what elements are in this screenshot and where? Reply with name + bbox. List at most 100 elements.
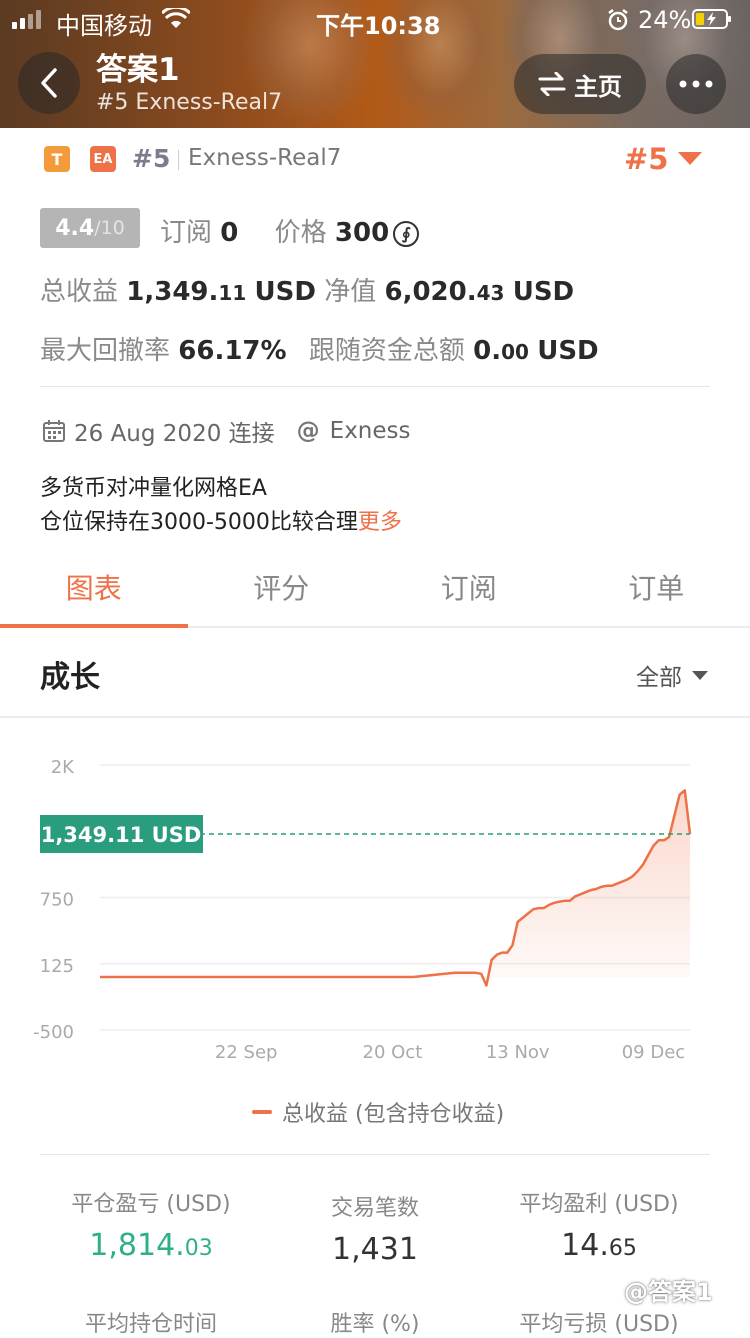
more-button[interactable] [666, 54, 726, 114]
legend-swatch [252, 1110, 272, 1114]
alarm-icon [606, 8, 630, 32]
total-profit-dec: 11 [218, 281, 246, 305]
current-value-label: 1,349.11 USD [41, 823, 202, 847]
growth-chart[interactable]: 2K 750 125 -500 22 Sep 20 Oct 13 Nov 09 Dec 1,34… [0, 740, 750, 1070]
broker-name: Exness [330, 418, 411, 444]
caret-down-icon [692, 671, 708, 680]
equity-unit: USD [513, 277, 574, 307]
follow-funds-int: 0. [473, 336, 501, 366]
y-tick-label: 125 [40, 956, 74, 977]
rating-badge: 4.4/10 [40, 208, 140, 248]
subscribe-price-row: 订阅 0 价格 300∮ [160, 212, 419, 249]
stat-label: 平仓盈亏 (USD) [26, 1186, 276, 1218]
strategy-description: 多货币对冲量化网格EA 仓位保持在3000-5000比较合理更多 [40, 472, 402, 540]
stat-label: 交易笔数 [250, 1190, 500, 1222]
stat-value: 1,431 [250, 1232, 500, 1267]
stat-value-int: 1,814. [89, 1228, 184, 1263]
connect-date: 26 Aug 2020 连接 [74, 414, 275, 448]
stat-label: 平均亏损 (USD) [474, 1306, 724, 1338]
stat-value-int: 14. [561, 1228, 609, 1263]
x-tick-label: 20 Oct [363, 1042, 423, 1063]
y-tick-label: 2K [51, 757, 75, 778]
stat-win-rate: 胜率 (%) [250, 1306, 500, 1338]
description-line: 仓位保持在3000-5000比较合理 [40, 510, 358, 535]
profit-equity-row: 总收益 1,349.11 USD 净值 6,020.43 USD [40, 271, 574, 308]
stat-value: 1,814.03 [26, 1228, 276, 1263]
account-meta: 26 Aug 2020 连接 @ Exness [42, 414, 411, 448]
caret-down-icon[interactable] [678, 152, 702, 165]
rank-dropdown[interactable]: #5 [624, 142, 668, 176]
stat-avg-hold-time: 平均持仓时间 [26, 1306, 276, 1338]
home-button[interactable]: 主页 [514, 54, 646, 114]
watermark: @答案1 [624, 1272, 713, 1307]
range-selector[interactable]: 全部 [636, 658, 708, 692]
x-tick-label: 09 Dec [622, 1042, 685, 1063]
x-tick-label: 13 Nov [486, 1042, 550, 1063]
divider [0, 716, 750, 718]
legend-label: 总收益 (包含持仓收益) [282, 1096, 504, 1128]
more-link[interactable]: 更多 [358, 510, 402, 535]
tab-rating[interactable]: 评分 [188, 548, 376, 626]
divider [178, 150, 179, 170]
rating-score: 4.4 [55, 216, 94, 241]
divider [40, 386, 710, 387]
coin-icon: ∮ [393, 221, 419, 247]
price-value: 300 [335, 218, 389, 248]
stat-closed-pnl: 平仓盈亏 (USD) 1,814.03 [26, 1186, 276, 1263]
x-tick-label: 22 Sep [215, 1042, 278, 1063]
divider [40, 1154, 710, 1155]
status-bar: 中国移动 下午10:38 24% [0, 0, 750, 40]
more-dots-icon [679, 80, 713, 88]
back-button[interactable] [18, 52, 80, 114]
page-title: 答案1 [96, 44, 180, 89]
ea-badge: EA [90, 146, 116, 172]
tab-subscribe[interactable]: 订阅 [375, 548, 563, 626]
battery-percent: 24% [638, 6, 691, 34]
swap-arrows-icon [538, 72, 566, 96]
range-selector-label: 全部 [636, 658, 682, 692]
subscribe-label: 订阅 [160, 218, 212, 248]
stat-label: 平均持仓时间 [26, 1306, 276, 1338]
tab-orders[interactable]: 订单 [563, 548, 750, 626]
stat-trade-count: 交易笔数 1,431 [250, 1190, 500, 1267]
follow-funds-label: 跟随资金总额 [309, 336, 465, 366]
equity-int: 6,020. [384, 277, 476, 307]
follow-funds-unit: USD [537, 336, 598, 366]
chart-legend: 总收益 (包含持仓收益) [252, 1096, 504, 1128]
tab-chart[interactable]: 图表 [0, 548, 188, 626]
calendar-icon [42, 419, 66, 443]
trader-badge: T [44, 146, 70, 172]
drawdown-value: 66.17% [178, 336, 286, 366]
rank-label: #5 [132, 144, 170, 173]
equity-label: 净值 [324, 277, 376, 307]
total-profit-int: 1,349. [126, 277, 218, 307]
y-tick-label: -500 [33, 1022, 74, 1043]
status-time: 下午10:38 [316, 6, 440, 41]
stat-label: 平均盈利 (USD) [474, 1186, 724, 1218]
follow-funds-dec: 00 [501, 340, 529, 364]
total-profit-label: 总收益 [40, 277, 118, 307]
account-name: Exness-Real7 [188, 145, 341, 171]
description-line: 多货币对冲量化网格EA [40, 472, 402, 506]
stat-avg-profit: 平均盈利 (USD) 14.65 [474, 1186, 724, 1263]
drawdown-label: 最大回撤率 [40, 336, 170, 366]
price-label: 价格 [275, 218, 327, 248]
stat-value-int: 1,431 [332, 1232, 418, 1267]
stat-label: 胜率 (%) [250, 1306, 500, 1338]
equity-dec: 43 [477, 281, 505, 305]
stat-value: 14.65 [474, 1228, 724, 1263]
stat-value-dec: 65 [609, 1236, 637, 1261]
app-header: 中国移动 下午10:38 24% 答案1 #5 Exness-Real7 [0, 0, 750, 128]
tab-bar: 图表 评分 订阅 订单 [0, 548, 750, 628]
stat-avg-loss: 平均亏损 (USD) [474, 1306, 724, 1338]
rating-max: /10 [94, 217, 125, 239]
page-subtitle: #5 Exness-Real7 [96, 90, 282, 115]
battery-icon [692, 9, 732, 29]
drawdown-follow-row: 最大回撤率 66.17% 跟随资金总额 0.00 USD [40, 330, 599, 367]
stat-value-dec: 03 [185, 1236, 213, 1261]
chevron-left-icon [39, 68, 59, 98]
signal-icon [12, 10, 41, 29]
total-profit-unit: USD [255, 277, 316, 307]
y-tick-label: 750 [40, 890, 74, 911]
carrier-name: 中国移动 [56, 6, 152, 41]
